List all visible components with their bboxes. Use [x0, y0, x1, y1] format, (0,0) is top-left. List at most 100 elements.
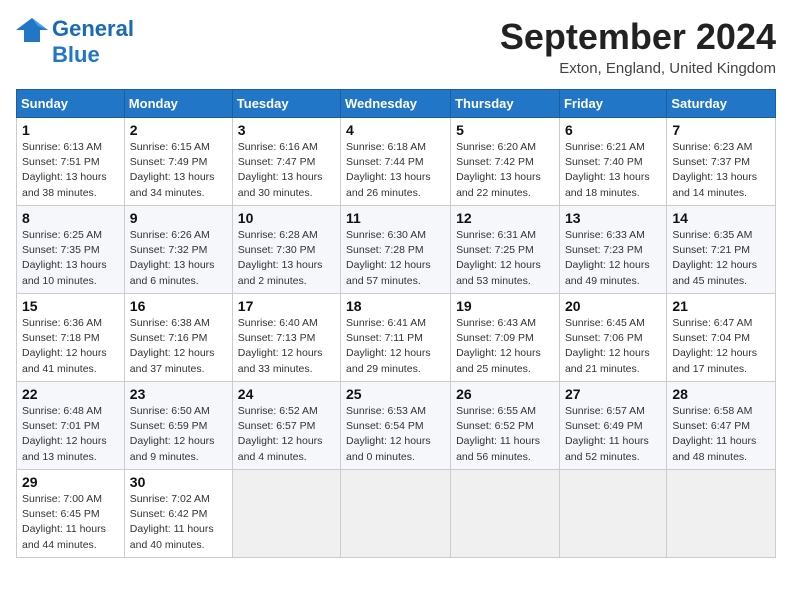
day-number: 27 — [565, 386, 661, 402]
day-info: Sunrise: 6:47 AM Sunset: 7:04 PM Dayligh… — [672, 316, 770, 377]
day-number: 23 — [130, 386, 227, 402]
logo-text-blue: Blue — [52, 42, 100, 68]
calendar-cell — [667, 470, 776, 558]
day-number: 6 — [565, 122, 661, 138]
day-info: Sunrise: 6:31 AM Sunset: 7:25 PM Dayligh… — [456, 228, 554, 289]
day-info: Sunrise: 7:02 AM Sunset: 6:42 PM Dayligh… — [130, 492, 227, 553]
day-info: Sunrise: 6:28 AM Sunset: 7:30 PM Dayligh… — [238, 228, 335, 289]
day-number: 11 — [346, 210, 445, 226]
day-number: 2 — [130, 122, 227, 138]
day-info: Sunrise: 6:15 AM Sunset: 7:49 PM Dayligh… — [130, 140, 227, 201]
day-info: Sunrise: 6:52 AM Sunset: 6:57 PM Dayligh… — [238, 404, 335, 465]
calendar-cell: 21 Sunrise: 6:47 AM Sunset: 7:04 PM Dayli… — [667, 294, 776, 382]
day-info: Sunrise: 6:36 AM Sunset: 7:18 PM Dayligh… — [22, 316, 119, 377]
calendar-cell: 18 Sunrise: 6:41 AM Sunset: 7:11 PM Dayli… — [341, 294, 451, 382]
logo-bird-icon — [16, 16, 48, 42]
weekday-header-wednesday: Wednesday — [341, 90, 451, 118]
weekday-header-friday: Friday — [559, 90, 666, 118]
calendar-cell: 1Sunrise: 6:13 AM Sunset: 7:51 PM Daylig… — [17, 118, 125, 206]
day-info: Sunrise: 6:45 AM Sunset: 7:06 PM Dayligh… — [565, 316, 661, 377]
calendar-cell: 9 Sunrise: 6:26 AM Sunset: 7:32 PM Daylig… — [124, 206, 232, 294]
day-number: 7 — [672, 122, 770, 138]
calendar-cell: 23 Sunrise: 6:50 AM Sunset: 6:59 PM Dayli… — [124, 382, 232, 470]
title-block: September 2024 Exton, England, United Ki… — [500, 16, 776, 77]
calendar-cell: 14 Sunrise: 6:35 AM Sunset: 7:21 PM Dayli… — [667, 206, 776, 294]
calendar-cell — [559, 470, 666, 558]
day-number: 26 — [456, 386, 554, 402]
calendar-table: SundayMondayTuesdayWednesdayThursdayFrid… — [16, 89, 776, 558]
day-info: Sunrise: 6:21 AM Sunset: 7:40 PM Dayligh… — [565, 140, 661, 201]
day-info: Sunrise: 6:57 AM Sunset: 6:49 PM Dayligh… — [565, 404, 661, 465]
day-number: 29 — [22, 474, 119, 490]
day-info: Sunrise: 6:48 AM Sunset: 7:01 PM Dayligh… — [22, 404, 119, 465]
day-info: Sunrise: 6:43 AM Sunset: 7:09 PM Dayligh… — [456, 316, 554, 377]
day-number: 12 — [456, 210, 554, 226]
calendar-cell: 28 Sunrise: 6:58 AM Sunset: 6:47 PM Dayli… — [667, 382, 776, 470]
calendar-cell: 10 Sunrise: 6:28 AM Sunset: 7:30 PM Dayli… — [232, 206, 340, 294]
day-info: Sunrise: 6:26 AM Sunset: 7:32 PM Dayligh… — [130, 228, 227, 289]
day-number: 28 — [672, 386, 770, 402]
day-info: Sunrise: 6:58 AM Sunset: 6:47 PM Dayligh… — [672, 404, 770, 465]
location: Exton, England, United Kingdom — [500, 60, 776, 77]
day-info: Sunrise: 6:25 AM Sunset: 7:35 PM Dayligh… — [22, 228, 119, 289]
calendar-cell: 5Sunrise: 6:20 AM Sunset: 7:42 PM Daylig… — [451, 118, 560, 206]
day-info: Sunrise: 6:16 AM Sunset: 7:47 PM Dayligh… — [238, 140, 335, 201]
day-info: Sunrise: 6:30 AM Sunset: 7:28 PM Dayligh… — [346, 228, 445, 289]
calendar-cell: 4 Sunrise: 6:18 AM Sunset: 7:44 PM Daylig… — [341, 118, 451, 206]
day-number: 24 — [238, 386, 335, 402]
day-info: Sunrise: 6:38 AM Sunset: 7:16 PM Dayligh… — [130, 316, 227, 377]
day-number: 22 — [22, 386, 119, 402]
month-title: September 2024 — [500, 16, 776, 58]
calendar-cell: 29 Sunrise: 7:00 AM Sunset: 6:45 PM Dayli… — [17, 470, 125, 558]
day-number: 5 — [456, 122, 554, 138]
calendar-cell: 6 Sunrise: 6:21 AM Sunset: 7:40 PM Daylig… — [559, 118, 666, 206]
day-info: Sunrise: 6:41 AM Sunset: 7:11 PM Dayligh… — [346, 316, 445, 377]
weekday-header-monday: Monday — [124, 90, 232, 118]
weekday-header-saturday: Saturday — [667, 90, 776, 118]
day-info: Sunrise: 6:35 AM Sunset: 7:21 PM Dayligh… — [672, 228, 770, 289]
day-info: Sunrise: 7:00 AM Sunset: 6:45 PM Dayligh… — [22, 492, 119, 553]
calendar-cell: 19 Sunrise: 6:43 AM Sunset: 7:09 PM Dayli… — [451, 294, 560, 382]
day-number: 19 — [456, 298, 554, 314]
calendar-cell — [451, 470, 560, 558]
day-info: Sunrise: 6:40 AM Sunset: 7:13 PM Dayligh… — [238, 316, 335, 377]
calendar-cell: 8 Sunrise: 6:25 AM Sunset: 7:35 PM Daylig… — [17, 206, 125, 294]
calendar-cell: 26 Sunrise: 6:55 AM Sunset: 6:52 PM Dayli… — [451, 382, 560, 470]
calendar-cell: 13Sunrise: 6:33 AM Sunset: 7:23 PM Dayli… — [559, 206, 666, 294]
calendar-cell: 15 Sunrise: 6:36 AM Sunset: 7:18 PM Dayli… — [17, 294, 125, 382]
day-number: 25 — [346, 386, 445, 402]
day-number: 17 — [238, 298, 335, 314]
day-info: Sunrise: 6:18 AM Sunset: 7:44 PM Dayligh… — [346, 140, 445, 201]
calendar-cell: 7Sunrise: 6:23 AM Sunset: 7:37 PM Daylig… — [667, 118, 776, 206]
calendar-cell: 24 Sunrise: 6:52 AM Sunset: 6:57 PM Dayli… — [232, 382, 340, 470]
day-number: 10 — [238, 210, 335, 226]
calendar-cell: 16 Sunrise: 6:38 AM Sunset: 7:16 PM Dayli… — [124, 294, 232, 382]
day-number: 21 — [672, 298, 770, 314]
day-number: 8 — [22, 210, 119, 226]
weekday-header-tuesday: Tuesday — [232, 90, 340, 118]
calendar-cell: 27 Sunrise: 6:57 AM Sunset: 6:49 PM Dayli… — [559, 382, 666, 470]
weekday-header-sunday: Sunday — [17, 90, 125, 118]
day-number: 15 — [22, 298, 119, 314]
day-info: Sunrise: 6:13 AM Sunset: 7:51 PM Dayligh… — [22, 140, 119, 201]
day-info: Sunrise: 6:33 AM Sunset: 7:23 PM Dayligh… — [565, 228, 661, 289]
day-number: 14 — [672, 210, 770, 226]
day-info: Sunrise: 6:55 AM Sunset: 6:52 PM Dayligh… — [456, 404, 554, 465]
day-number: 9 — [130, 210, 227, 226]
calendar-cell: 30 Sunrise: 7:02 AM Sunset: 6:42 PM Dayli… — [124, 470, 232, 558]
day-info: Sunrise: 6:50 AM Sunset: 6:59 PM Dayligh… — [130, 404, 227, 465]
logo-text-general: General — [52, 16, 134, 42]
day-number: 30 — [130, 474, 227, 490]
day-info: Sunrise: 6:53 AM Sunset: 6:54 PM Dayligh… — [346, 404, 445, 465]
weekday-header-thursday: Thursday — [451, 90, 560, 118]
day-number: 3 — [238, 122, 335, 138]
calendar-cell: 25 Sunrise: 6:53 AM Sunset: 6:54 PM Dayli… — [341, 382, 451, 470]
calendar-cell: 20Sunrise: 6:45 AM Sunset: 7:06 PM Dayli… — [559, 294, 666, 382]
calendar-cell — [232, 470, 340, 558]
calendar-cell: 3 Sunrise: 6:16 AM Sunset: 7:47 PM Daylig… — [232, 118, 340, 206]
day-number: 16 — [130, 298, 227, 314]
calendar-cell: 17 Sunrise: 6:40 AM Sunset: 7:13 PM Dayli… — [232, 294, 340, 382]
logo: General Blue — [16, 16, 134, 68]
day-number: 18 — [346, 298, 445, 314]
day-number: 4 — [346, 122, 445, 138]
